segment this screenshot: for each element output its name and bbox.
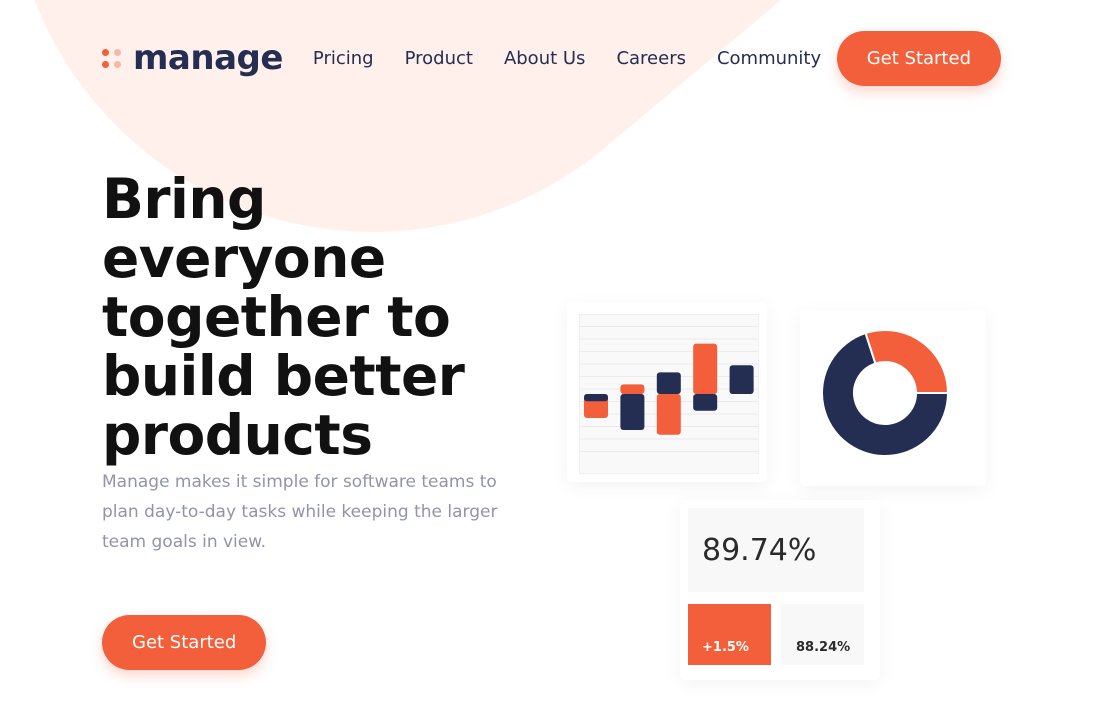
nav-about-us[interactable]: About Us <box>504 48 586 69</box>
stat-main-panel: 89.74% <box>688 508 864 592</box>
donut-chart <box>821 329 950 457</box>
nav-pricing[interactable]: Pricing <box>313 48 374 69</box>
header-get-started-button[interactable]: Get Started <box>836 30 1001 86</box>
bar-1-4 <box>693 343 718 394</box>
donut-chart-card <box>800 310 986 486</box>
logo-dots-icon <box>102 48 121 68</box>
logo[interactable]: manage <box>102 41 283 75</box>
bar-2-4 <box>693 394 718 411</box>
bar-1-2 <box>620 384 645 394</box>
logo-text: manage <box>133 38 283 78</box>
bar-2-2 <box>620 394 645 430</box>
nav-careers[interactable]: Careers <box>616 48 686 69</box>
bar-chart <box>579 314 759 474</box>
stats-card: 89.74% +1.5% 88.24% <box>680 500 880 680</box>
hero-description: Manage makes it simple for software team… <box>102 472 498 552</box>
stat-main-value: 89.74% <box>702 532 817 568</box>
nav-community[interactable]: Community <box>717 48 821 69</box>
bar-1-3 <box>656 394 681 435</box>
stat-change-badge: +1.5% <box>688 604 771 665</box>
stat-secondary-value: 88.24% <box>781 604 864 665</box>
donut-slice-2 <box>864 329 950 394</box>
main-nav: Pricing Product About Us Careers Communi… <box>313 48 821 69</box>
bar-2-3 <box>656 372 681 394</box>
hero-title: Bring everyone together to build better … <box>102 167 465 467</box>
nav-product[interactable]: Product <box>405 48 473 69</box>
bar-2-5 <box>729 365 754 394</box>
hero-get-started-button[interactable]: Get Started <box>102 615 267 670</box>
site-header: manage Pricing Product About Us Careers … <box>102 30 1001 86</box>
bar-2-1 <box>584 394 608 402</box>
bar-chart-card <box>567 302 767 482</box>
